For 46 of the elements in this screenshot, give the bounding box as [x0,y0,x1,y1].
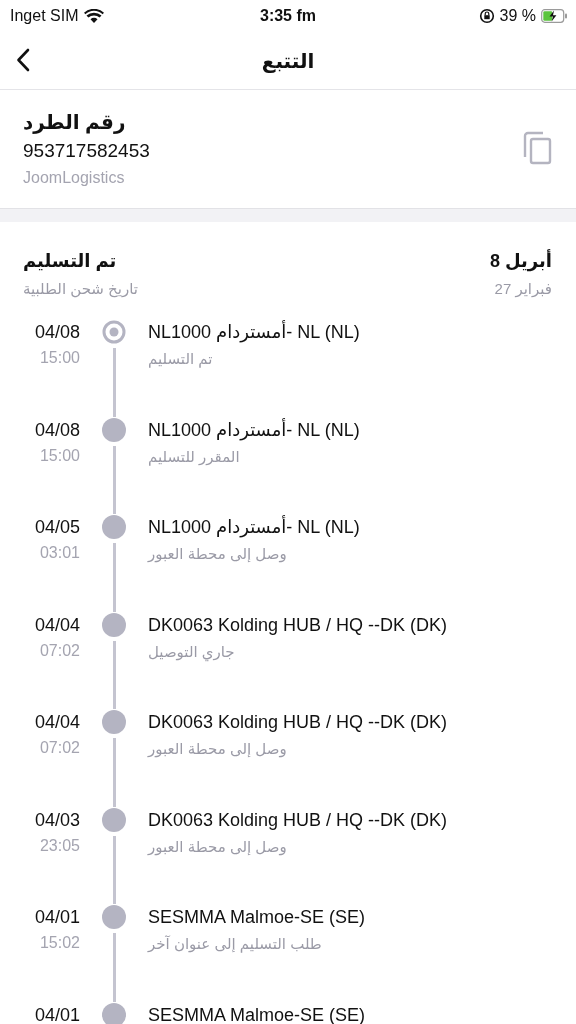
delivery-date: 8 أبريل [490,248,552,274]
event-status: وصل إلى محطة العبور [148,739,288,760]
event-location: NL1000 أمستردام- NL (NL) [148,319,360,345]
event-location: SESMMA Malmoe-SE (SE) [148,1003,366,1024]
event-date: 04/08 [34,418,80,442]
event-status: جاري التوصيل [148,641,236,664]
parcel-number-label: رقم الطرد [23,110,127,136]
event-time: 15:00 [39,348,80,368]
event-status: طلب التسليم إلى عنوان آخر [148,934,323,955]
event-location: SESMMA Malmoe-SE (SE) [148,906,366,929]
event-date: 04/01 [34,1003,80,1024]
event-location: DK0063 Kolding HUB / HQ --DK (DK) [148,808,448,832]
delivery-status: تم التسليم [23,250,118,273]
rotation-lock-icon [478,8,495,24]
chevron-left-icon [16,48,30,72]
shipped-date: 27 فبراير [494,279,552,300]
event-location: DK0063 Kolding HUB / HQ --DK (DK) [148,613,448,637]
event-status: تم التسليم [148,349,214,370]
event-status: وصل إلى محطة العبور [148,544,288,565]
event-time: 07:02 [39,738,80,758]
event-date: 04/03 [34,808,80,832]
event-date: 04/01 [34,906,80,929]
event-date: 04/04 [34,711,80,734]
event-date: 04/08 [34,321,80,344]
wifi-icon [84,8,105,24]
event-time: 03:01 [39,543,80,563]
event-time: 23:05 [39,835,80,856]
event-status: وصل إلى محطة العبور [148,836,288,858]
battery-percent: 39 % [499,7,536,25]
shipped-date-label: تاريخ شحن الطلبية [23,279,138,300]
screen-title: التتبع [261,48,315,73]
event-location: DK0063 Kolding HUB / HQ --DK (DK) [148,711,448,734]
event-time: 07:02 [39,640,80,661]
event-date: 04/04 [34,613,80,637]
event-time: 15:00 [39,445,80,466]
carrier-label: Inget SIM [10,7,79,25]
event-time: 15:02 [39,933,80,953]
carrier-name: JoomLogistics [23,168,126,188]
event-date: 04/05 [34,516,80,539]
battery-icon [541,9,568,23]
parcel-number: 953717582453 [23,139,150,163]
clock: 3:35 fm [260,7,316,25]
event-location: NL1000 أمستردام- NL (NL) [148,417,360,443]
copy-icon [522,131,552,165]
event-status: المقرر للتسليم [148,446,241,468]
event-location: NL1000 أمستردام- NL (NL) [148,514,360,540]
